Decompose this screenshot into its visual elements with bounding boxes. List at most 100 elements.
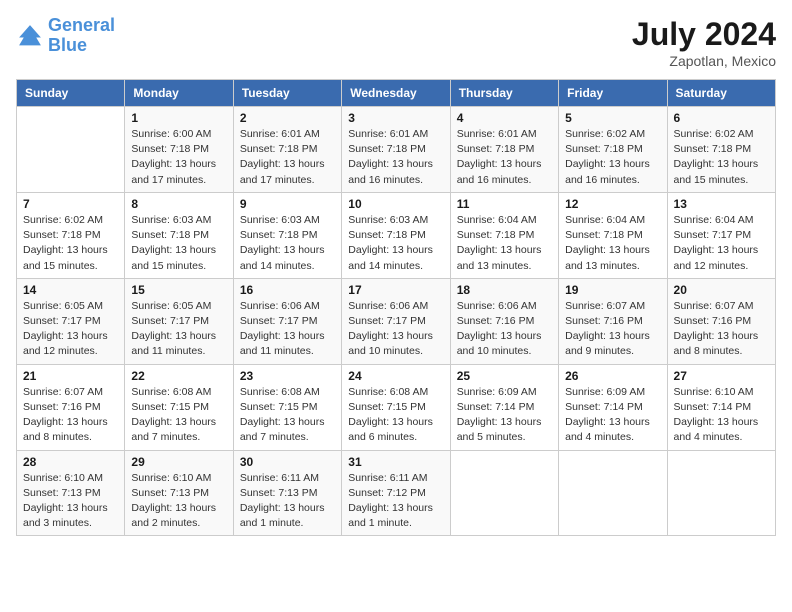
day-number: 3 xyxy=(348,111,443,125)
day-number: 18 xyxy=(457,283,552,297)
day-number: 11 xyxy=(457,197,552,211)
day-info: Sunrise: 6:05 AMSunset: 7:17 PMDaylight:… xyxy=(23,300,108,358)
day-number: 25 xyxy=(457,369,552,383)
day-info: Sunrise: 6:07 AMSunset: 7:16 PMDaylight:… xyxy=(23,386,108,444)
day-number: 4 xyxy=(457,111,552,125)
calendar-cell: 11 Sunrise: 6:04 AMSunset: 7:18 PMDaylig… xyxy=(450,192,558,278)
day-number: 2 xyxy=(240,111,335,125)
day-number: 13 xyxy=(674,197,769,211)
day-number: 26 xyxy=(565,369,660,383)
calendar-cell: 20 Sunrise: 6:07 AMSunset: 7:16 PMDaylig… xyxy=(667,278,775,364)
day-number: 14 xyxy=(23,283,118,297)
day-info: Sunrise: 6:02 AMSunset: 7:18 PMDaylight:… xyxy=(674,128,759,186)
calendar-cell: 9 Sunrise: 6:03 AMSunset: 7:18 PMDayligh… xyxy=(233,192,341,278)
day-info: Sunrise: 6:01 AMSunset: 7:18 PMDaylight:… xyxy=(457,128,542,186)
day-info: Sunrise: 6:10 AMSunset: 7:13 PMDaylight:… xyxy=(131,472,216,530)
calendar-cell: 21 Sunrise: 6:07 AMSunset: 7:16 PMDaylig… xyxy=(17,364,125,450)
day-number: 23 xyxy=(240,369,335,383)
calendar-cell: 3 Sunrise: 6:01 AMSunset: 7:18 PMDayligh… xyxy=(342,107,450,193)
calendar-cell: 14 Sunrise: 6:05 AMSunset: 7:17 PMDaylig… xyxy=(17,278,125,364)
day-info: Sunrise: 6:08 AMSunset: 7:15 PMDaylight:… xyxy=(131,386,216,444)
day-info: Sunrise: 6:04 AMSunset: 7:17 PMDaylight:… xyxy=(674,214,759,272)
logo-line1: General xyxy=(48,15,115,35)
header-saturday: Saturday xyxy=(667,80,775,107)
calendar-cell: 6 Sunrise: 6:02 AMSunset: 7:18 PMDayligh… xyxy=(667,107,775,193)
day-number: 8 xyxy=(131,197,226,211)
calendar-cell: 27 Sunrise: 6:10 AMSunset: 7:14 PMDaylig… xyxy=(667,364,775,450)
day-number: 12 xyxy=(565,197,660,211)
day-number: 19 xyxy=(565,283,660,297)
calendar-cell: 16 Sunrise: 6:06 AMSunset: 7:17 PMDaylig… xyxy=(233,278,341,364)
calendar-week-4: 21 Sunrise: 6:07 AMSunset: 7:16 PMDaylig… xyxy=(17,364,776,450)
calendar-cell xyxy=(17,107,125,193)
day-number: 24 xyxy=(348,369,443,383)
day-number: 20 xyxy=(674,283,769,297)
day-info: Sunrise: 6:04 AMSunset: 7:18 PMDaylight:… xyxy=(457,214,542,272)
calendar-cell: 28 Sunrise: 6:10 AMSunset: 7:13 PMDaylig… xyxy=(17,450,125,536)
day-info: Sunrise: 6:08 AMSunset: 7:15 PMDaylight:… xyxy=(348,386,433,444)
day-info: Sunrise: 6:06 AMSunset: 7:17 PMDaylight:… xyxy=(348,300,433,358)
header-friday: Friday xyxy=(559,80,667,107)
location-title: Zapotlan, Mexico xyxy=(632,53,776,69)
header-monday: Monday xyxy=(125,80,233,107)
calendar-cell: 12 Sunrise: 6:04 AMSunset: 7:18 PMDaylig… xyxy=(559,192,667,278)
calendar-week-1: 1 Sunrise: 6:00 AMSunset: 7:18 PMDayligh… xyxy=(17,107,776,193)
day-info: Sunrise: 6:11 AMSunset: 7:12 PMDaylight:… xyxy=(348,472,433,530)
day-info: Sunrise: 6:07 AMSunset: 7:16 PMDaylight:… xyxy=(565,300,650,358)
calendar-cell: 29 Sunrise: 6:10 AMSunset: 7:13 PMDaylig… xyxy=(125,450,233,536)
day-info: Sunrise: 6:05 AMSunset: 7:17 PMDaylight:… xyxy=(131,300,216,358)
logo: General Blue xyxy=(16,16,115,56)
calendar-cell: 23 Sunrise: 6:08 AMSunset: 7:15 PMDaylig… xyxy=(233,364,341,450)
day-number: 6 xyxy=(674,111,769,125)
day-number: 22 xyxy=(131,369,226,383)
day-number: 10 xyxy=(348,197,443,211)
day-number: 30 xyxy=(240,455,335,469)
calendar-cell: 7 Sunrise: 6:02 AMSunset: 7:18 PMDayligh… xyxy=(17,192,125,278)
day-info: Sunrise: 6:01 AMSunset: 7:18 PMDaylight:… xyxy=(348,128,433,186)
page-header: General Blue July 2024 Zapotlan, Mexico xyxy=(16,16,776,69)
calendar-cell: 19 Sunrise: 6:07 AMSunset: 7:16 PMDaylig… xyxy=(559,278,667,364)
day-number: 1 xyxy=(131,111,226,125)
day-number: 7 xyxy=(23,197,118,211)
day-info: Sunrise: 6:02 AMSunset: 7:18 PMDaylight:… xyxy=(565,128,650,186)
day-info: Sunrise: 6:08 AMSunset: 7:15 PMDaylight:… xyxy=(240,386,325,444)
day-number: 28 xyxy=(23,455,118,469)
calendar-cell: 8 Sunrise: 6:03 AMSunset: 7:18 PMDayligh… xyxy=(125,192,233,278)
calendar-cell xyxy=(450,450,558,536)
day-info: Sunrise: 6:03 AMSunset: 7:18 PMDaylight:… xyxy=(348,214,433,272)
day-number: 15 xyxy=(131,283,226,297)
day-number: 17 xyxy=(348,283,443,297)
calendar-cell: 15 Sunrise: 6:05 AMSunset: 7:17 PMDaylig… xyxy=(125,278,233,364)
day-number: 27 xyxy=(674,369,769,383)
day-info: Sunrise: 6:10 AMSunset: 7:13 PMDaylight:… xyxy=(23,472,108,530)
header-sunday: Sunday xyxy=(17,80,125,107)
calendar-week-5: 28 Sunrise: 6:10 AMSunset: 7:13 PMDaylig… xyxy=(17,450,776,536)
day-info: Sunrise: 6:00 AMSunset: 7:18 PMDaylight:… xyxy=(131,128,216,186)
calendar-cell: 18 Sunrise: 6:06 AMSunset: 7:16 PMDaylig… xyxy=(450,278,558,364)
day-number: 29 xyxy=(131,455,226,469)
header-wednesday: Wednesday xyxy=(342,80,450,107)
calendar-cell: 2 Sunrise: 6:01 AMSunset: 7:18 PMDayligh… xyxy=(233,107,341,193)
header-tuesday: Tuesday xyxy=(233,80,341,107)
calendar-cell: 26 Sunrise: 6:09 AMSunset: 7:14 PMDaylig… xyxy=(559,364,667,450)
day-number: 5 xyxy=(565,111,660,125)
calendar-cell: 10 Sunrise: 6:03 AMSunset: 7:18 PMDaylig… xyxy=(342,192,450,278)
day-info: Sunrise: 6:01 AMSunset: 7:18 PMDaylight:… xyxy=(240,128,325,186)
calendar-week-2: 7 Sunrise: 6:02 AMSunset: 7:18 PMDayligh… xyxy=(17,192,776,278)
logo-text: General Blue xyxy=(48,16,115,56)
calendar-cell xyxy=(667,450,775,536)
calendar-cell: 22 Sunrise: 6:08 AMSunset: 7:15 PMDaylig… xyxy=(125,364,233,450)
day-number: 31 xyxy=(348,455,443,469)
day-info: Sunrise: 6:06 AMSunset: 7:16 PMDaylight:… xyxy=(457,300,542,358)
calendar-cell: 13 Sunrise: 6:04 AMSunset: 7:17 PMDaylig… xyxy=(667,192,775,278)
calendar-cell: 17 Sunrise: 6:06 AMSunset: 7:17 PMDaylig… xyxy=(342,278,450,364)
day-info: Sunrise: 6:03 AMSunset: 7:18 PMDaylight:… xyxy=(240,214,325,272)
day-info: Sunrise: 6:07 AMSunset: 7:16 PMDaylight:… xyxy=(674,300,759,358)
day-info: Sunrise: 6:09 AMSunset: 7:14 PMDaylight:… xyxy=(565,386,650,444)
day-info: Sunrise: 6:02 AMSunset: 7:18 PMDaylight:… xyxy=(23,214,108,272)
calendar-cell: 24 Sunrise: 6:08 AMSunset: 7:15 PMDaylig… xyxy=(342,364,450,450)
logo-line2: Blue xyxy=(48,35,87,55)
calendar-cell: 1 Sunrise: 6:00 AMSunset: 7:18 PMDayligh… xyxy=(125,107,233,193)
day-info: Sunrise: 6:10 AMSunset: 7:14 PMDaylight:… xyxy=(674,386,759,444)
calendar-week-3: 14 Sunrise: 6:05 AMSunset: 7:17 PMDaylig… xyxy=(17,278,776,364)
